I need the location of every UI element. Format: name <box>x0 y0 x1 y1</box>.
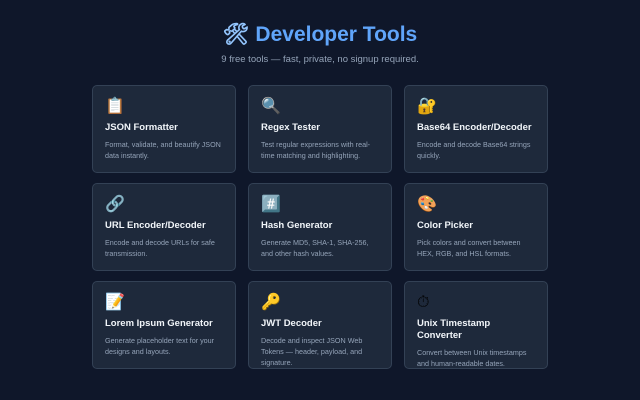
tool-card-title: Regex Tester <box>261 122 320 133</box>
magnifier-icon: 🔍 <box>261 98 281 115</box>
clipboard-icon: 📋 <box>105 98 125 115</box>
page-title: 🛠 Developer Tools <box>0 20 640 50</box>
page-title-text: Developer Tools <box>255 23 418 46</box>
hash-icon: #️⃣ <box>261 196 281 213</box>
stopwatch-icon: ⏱ <box>417 294 430 311</box>
tool-card-description: Encode and decode Base64 strings quickly… <box>417 140 531 160</box>
tool-card-title: JSON Formatter <box>105 122 178 133</box>
page-header: 🛠 Developer Tools 9 free tools — fast, pr… <box>0 20 640 66</box>
tool-card-regex-tester[interactable]: 🔍 Regex Tester Test regular expressions … <box>248 85 392 173</box>
tool-card-title: Hash Generator <box>261 220 333 231</box>
tool-card-hash-generator[interactable]: #️⃣ Hash Generator Generate MD5, SHA-1, … <box>248 183 392 271</box>
tool-card-lorem-ipsum[interactable]: 📝 Lorem Ipsum Generator Generate placeho… <box>92 281 236 369</box>
tool-card-title: Unix Timestamp Converter <box>417 318 491 341</box>
tool-card-jwt-decoder[interactable]: 🔑 JWT Decoder Decode and inspect JSON We… <box>248 281 392 369</box>
tool-card-title: Color Picker <box>417 220 473 231</box>
tool-card-title: JWT Decoder <box>261 318 322 329</box>
tool-card-description: Generate placeholder text for your desig… <box>105 336 215 356</box>
tool-card-unix-timestamp[interactable]: ⏱ Unix Timestamp Converter Convert betwe… <box>404 281 548 369</box>
tool-card-title: Lorem Ipsum Generator <box>105 318 213 329</box>
tool-card-description: Decode and inspect JSON Web Tokens — hea… <box>261 336 363 367</box>
tool-card-description: Pick colors and convert between HEX, RGB… <box>417 238 521 258</box>
tool-card-color-picker[interactable]: 🎨 Color Picker Pick colors and convert b… <box>404 183 548 271</box>
tool-card-description: Generate MD5, SHA-1, SHA-256, and other … <box>261 238 369 258</box>
key-icon: 🔑 <box>261 294 281 311</box>
link-icon: 🔗 <box>105 196 125 213</box>
memo-icon: 📝 <box>105 294 125 311</box>
tool-card-description: Encode and decode URLs for safe transmis… <box>105 238 215 258</box>
tools-grid: 📋 JSON Formatter Format, validate, and b… <box>92 85 548 369</box>
tool-card-title: URL Encoder/Decoder <box>105 220 206 231</box>
tool-card-url-encoder[interactable]: 🔗 URL Encoder/Decoder Encode and decode … <box>92 183 236 271</box>
tool-card-description: Test regular expressions with real-time … <box>261 140 371 160</box>
tool-card-base64[interactable]: 🔐 Base64 Encoder/Decoder Encode and deco… <box>404 85 548 173</box>
tool-card-json-formatter[interactable]: 📋 JSON Formatter Format, validate, and b… <box>92 85 236 173</box>
tool-card-title: Base64 Encoder/Decoder <box>417 122 532 133</box>
palette-icon: 🎨 <box>417 196 437 213</box>
tools-icon: 🛠 <box>222 23 250 46</box>
lock-icon: 🔐 <box>417 98 437 115</box>
developer-tools-page: 🛠 Developer Tools 9 free tools — fast, pr… <box>0 0 640 400</box>
tool-card-description: Convert between Unix timestamps and huma… <box>417 348 527 368</box>
tool-card-description: Format, validate, and beautify JSON data… <box>105 140 221 160</box>
page-subtitle: 9 free tools — fast, private, no signup … <box>221 54 419 65</box>
